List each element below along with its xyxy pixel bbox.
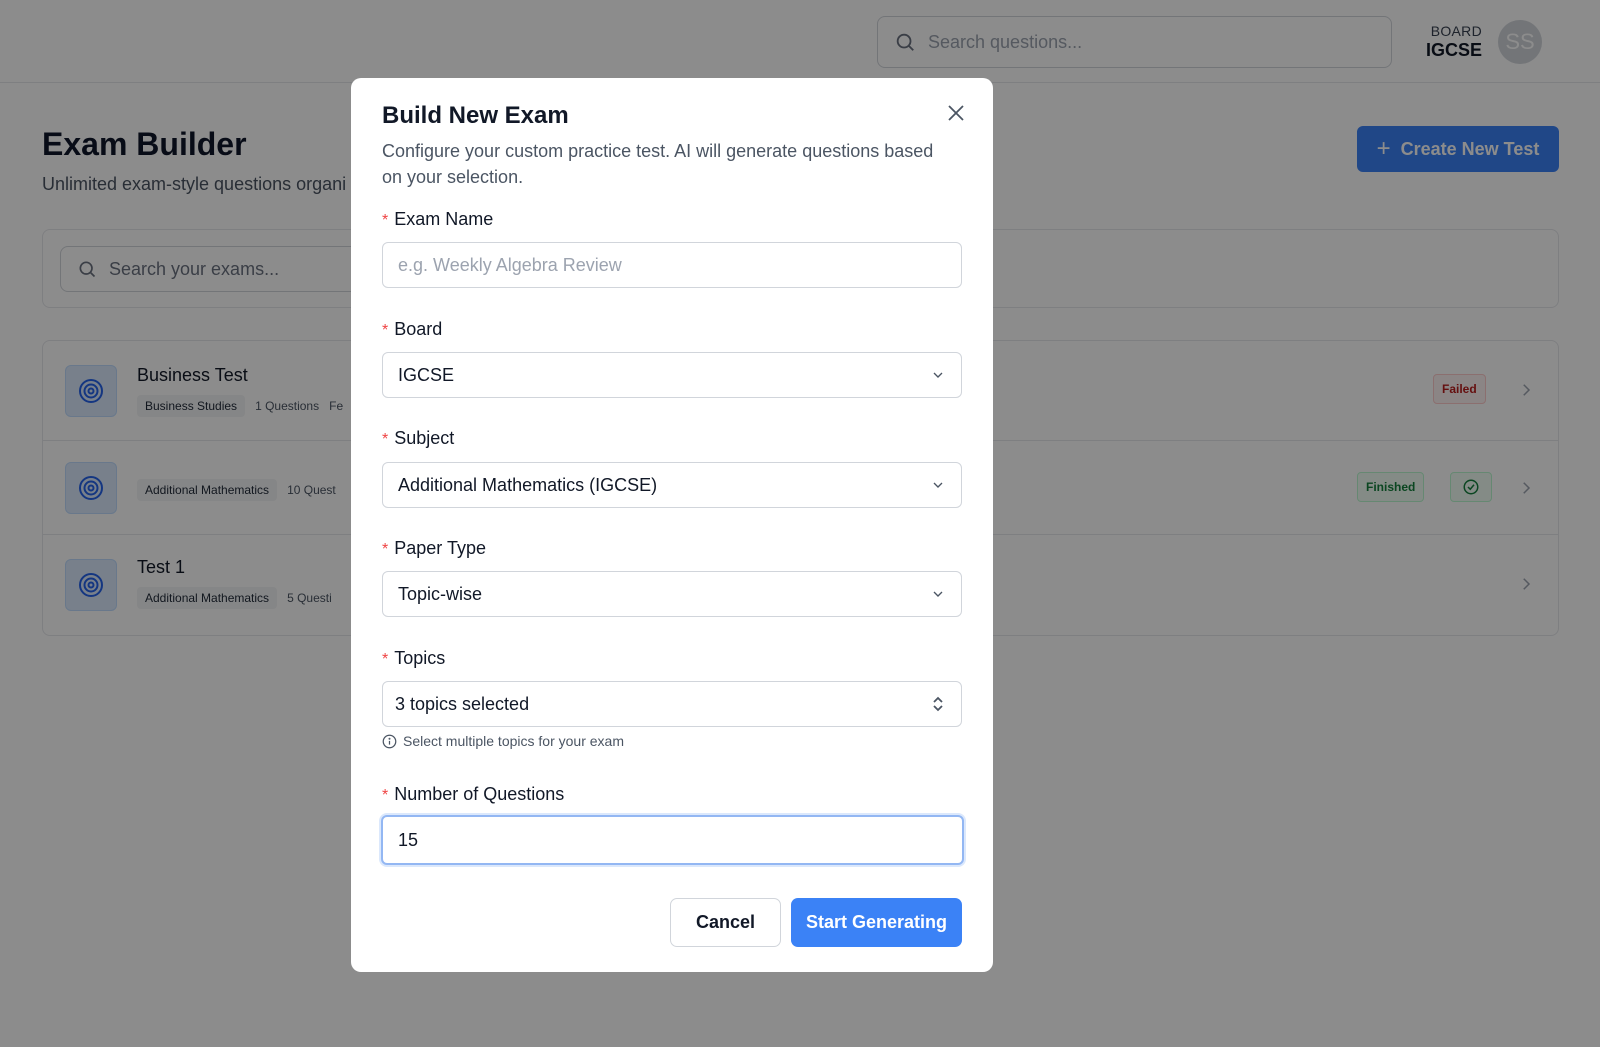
num-questions-label: * Number of Questions — [382, 784, 564, 805]
dialog-title: Build New Exam — [382, 102, 569, 129]
board-label: * Board — [382, 319, 442, 340]
subject-select[interactable]: Additional Mathematics (IGCSE) — [382, 462, 962, 508]
topics-hint: Select multiple topics for your exam — [382, 733, 624, 749]
subject-select-value: Additional Mathematics (IGCSE) — [398, 474, 658, 495]
exam-name-label: * Exam Name — [382, 209, 493, 230]
topics-label-text: Topics — [394, 648, 446, 668]
subject-label-text: Subject — [394, 428, 455, 448]
chevron-down-icon — [933, 372, 943, 378]
topics-hint-text: Select multiple topics for your exam — [403, 733, 624, 749]
topics-select-value: 3 topics selected — [395, 693, 530, 714]
board-label-text: Board — [394, 319, 443, 339]
dialog-description: Configure your custom practice test. AI … — [382, 141, 934, 187]
close-button[interactable] — [944, 101, 968, 125]
build-exam-dialog: Build New Exam Configure your custom pra… — [351, 78, 993, 972]
required-marker: * — [382, 212, 389, 229]
board-select-value: IGCSE — [398, 364, 455, 385]
info-icon — [382, 734, 397, 748]
start-generating-button[interactable]: Start Generating — [791, 898, 962, 947]
paper-type-select[interactable]: Topic-wise — [382, 571, 962, 617]
num-questions-label-text: Number of Questions — [394, 784, 565, 804]
exam-name-label-text: Exam Name — [394, 209, 494, 229]
paper-type-label-text: Paper Type — [394, 538, 486, 558]
num-questions-input[interactable] — [381, 815, 964, 865]
required-marker: * — [382, 541, 389, 558]
paper-type-label: * Paper Type — [382, 538, 486, 559]
required-marker: * — [382, 787, 389, 804]
subject-label: * Subject — [382, 428, 454, 449]
chevron-down-icon — [933, 482, 943, 488]
exam-name-input[interactable] — [382, 242, 962, 288]
required-marker: * — [382, 322, 389, 339]
chevron-down-icon — [933, 591, 943, 597]
topics-label: * Topics — [382, 648, 445, 669]
required-marker: * — [382, 431, 389, 448]
board-select[interactable]: IGCSE — [382, 352, 962, 398]
required-marker: * — [382, 651, 389, 668]
paper-type-select-value: Topic-wise — [398, 583, 483, 604]
topics-multiselect[interactable]: 3 topics selected — [382, 681, 962, 727]
close-icon — [948, 105, 964, 121]
chevron-up-down-icon — [933, 696, 943, 712]
cancel-button[interactable]: Cancel — [670, 898, 781, 947]
